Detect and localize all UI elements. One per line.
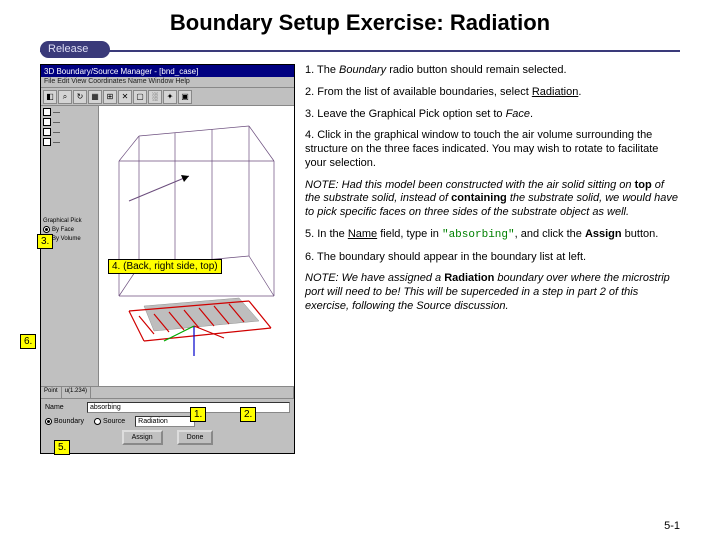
callout-3: 3. xyxy=(37,234,53,249)
toolbar: ◧ ⌕ ↻ ▦ ⊞ ✕ ▢ ░ ✦ ▣ xyxy=(41,88,294,106)
page-title: Boundary Setup Exercise: Radiation xyxy=(0,0,720,40)
menubar: File Edit View Coordinates Name Window H… xyxy=(41,77,294,88)
boundary-radio[interactable] xyxy=(45,418,52,425)
toolbar-icon[interactable]: ▢ xyxy=(133,90,147,104)
note-1: NOTE: Had this model been constructed wi… xyxy=(305,179,680,220)
source-label: Source xyxy=(103,418,125,425)
toolbar-icon[interactable]: ⌕ xyxy=(58,90,72,104)
radio-icon[interactable] xyxy=(43,226,50,233)
checkbox-icon[interactable] xyxy=(43,138,51,146)
titlebar: 3D Boundary/Source Manager - [bnd_case] xyxy=(41,65,294,77)
toolbar-icon[interactable]: ↻ xyxy=(73,90,87,104)
toolbar-icon[interactable]: ░ xyxy=(148,90,162,104)
release-bar: Release xyxy=(40,40,680,58)
callout-6: 6. xyxy=(20,334,36,349)
step-4: 4. Click in the graphical window to touc… xyxy=(305,129,680,170)
step-3: 3. Leave the Graphical Pick option set t… xyxy=(305,108,680,122)
boundary-label: Boundary xyxy=(54,418,84,425)
name-label: Name xyxy=(45,404,83,411)
status-bar: Point u(1.234) xyxy=(41,386,294,398)
page-number: 5-1 xyxy=(664,520,680,532)
toolbar-icon[interactable]: ◧ xyxy=(43,90,57,104)
step-2: 2. From the list of available boundaries… xyxy=(305,86,680,100)
checkbox-icon[interactable] xyxy=(43,128,51,136)
callout-5: 5. xyxy=(54,440,70,455)
note-2: NOTE: We have assigned a Radiation bound… xyxy=(305,272,680,313)
step-6: 6. The boundary should appear in the bou… xyxy=(305,251,680,265)
toolbar-icon[interactable]: ⊞ xyxy=(103,90,117,104)
callout-4: 4. (Back, right side, top) xyxy=(108,259,222,274)
checkbox-icon[interactable] xyxy=(43,118,51,126)
side-label: Graphical Pick xyxy=(43,218,96,224)
step-5: 5. In the Name field, type in "absorbing… xyxy=(305,228,680,243)
graphics-view[interactable] xyxy=(99,106,294,386)
checkbox-icon[interactable] xyxy=(43,108,51,116)
boundary-select[interactable]: Radiation xyxy=(135,416,195,427)
release-pill: Release xyxy=(40,41,110,58)
name-field[interactable]: absorbing xyxy=(87,402,290,413)
callout-1: 1. xyxy=(190,407,206,422)
callout-2: 2. xyxy=(240,407,256,422)
step-1: 1. The Boundary radio button should rema… xyxy=(305,64,680,78)
source-radio[interactable] xyxy=(94,418,101,425)
toolbar-icon[interactable]: ▣ xyxy=(178,90,192,104)
assign-button[interactable]: Assign xyxy=(122,430,163,445)
instructions: 1. The Boundary radio button should rema… xyxy=(305,64,680,454)
toolbar-icon[interactable]: ✦ xyxy=(163,90,177,104)
done-button[interactable]: Done xyxy=(177,430,214,445)
left-column: 3D Boundary/Source Manager - [bnd_case] … xyxy=(40,64,295,454)
toolbar-icon[interactable]: ▦ xyxy=(88,90,102,104)
toolbar-icon[interactable]: ✕ xyxy=(118,90,132,104)
